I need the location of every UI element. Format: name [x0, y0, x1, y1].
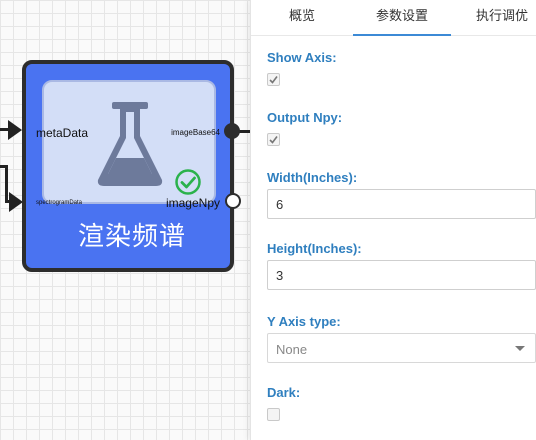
input-port-spectrogram-label: spectrogramData	[36, 200, 83, 206]
y-axis-type-select[interactable]: None	[267, 333, 536, 363]
output-port-npy[interactable]	[225, 193, 241, 209]
output-npy-label: Output Npy:	[267, 110, 343, 125]
output-npy-checkbox[interactable]	[267, 133, 280, 146]
input-arrow-spectrogram	[9, 192, 23, 212]
output-port-npy-label: imageNpy	[165, 196, 220, 210]
panel-tabs: 概览 参数设置 执行调优	[251, 0, 536, 36]
width-label: Width(Inches):	[267, 170, 358, 185]
properties-panel: 概览 参数设置 执行调优 Show Axis: Output Npy: Widt…	[250, 0, 536, 440]
chevron-down-icon	[515, 346, 525, 351]
width-input[interactable]	[267, 189, 536, 219]
y-axis-type-value: None	[276, 342, 308, 357]
checkmark-icon	[269, 76, 278, 84]
show-axis-checkbox[interactable]	[267, 73, 280, 86]
checkmark-icon	[269, 136, 278, 144]
output-port-base64[interactable]	[224, 123, 240, 139]
tab-execution-tuning[interactable]: 执行调优	[469, 0, 535, 36]
dark-checkbox[interactable]	[267, 408, 280, 421]
workflow-canvas[interactable]: metaData imageBase64 spectrogramData ima…	[0, 0, 250, 440]
tab-overview[interactable]: 概览	[271, 0, 333, 36]
tab-parameters[interactable]: 参数设置	[353, 0, 451, 36]
height-label: Height(Inches):	[267, 241, 362, 256]
height-input[interactable]	[267, 260, 536, 290]
node-title: 渲染频谱	[77, 222, 186, 252]
output-port-base64-label: imageBase64	[171, 128, 220, 137]
show-axis-label: Show Axis:	[267, 50, 337, 65]
input-arrow-meta	[8, 120, 22, 140]
dark-label: Dark:	[267, 385, 301, 400]
render-spectrogram-node[interactable]: metaData imageBase64 spectrogramData ima…	[22, 60, 234, 272]
input-wire-spectrogram-v	[5, 165, 8, 203]
flask-icon	[97, 102, 163, 186]
input-port-meta-label: metaData	[36, 126, 89, 140]
check-circle-icon	[175, 169, 201, 195]
y-axis-type-label: Y Axis type:	[267, 314, 341, 329]
